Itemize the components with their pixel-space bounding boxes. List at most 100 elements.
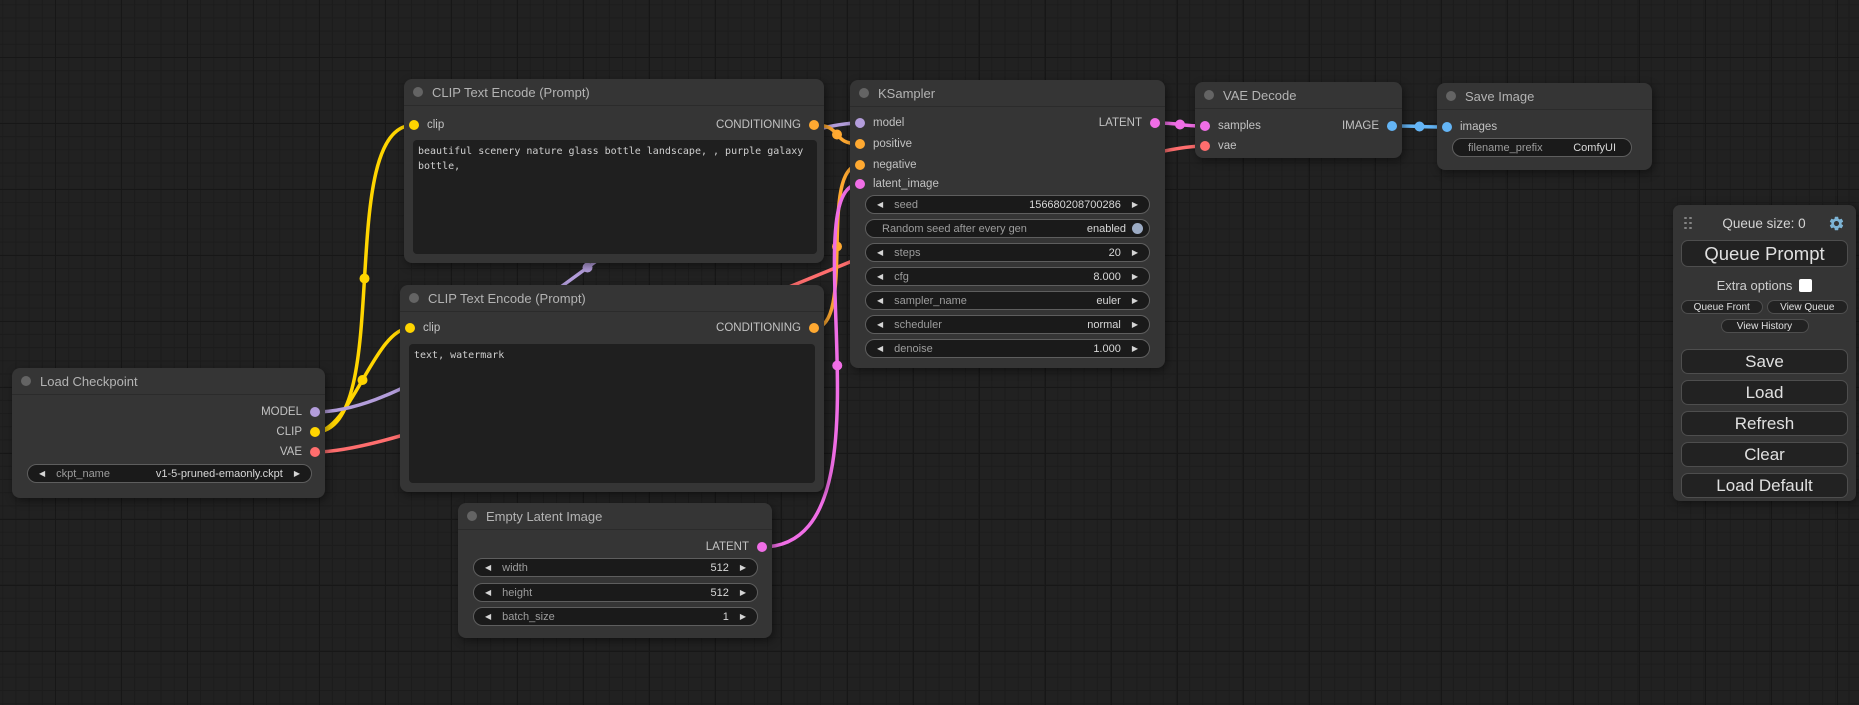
node-vae-decode[interactable]: VAE DecodesamplesvaeIMAGE bbox=[1195, 82, 1402, 158]
widget-width[interactable]: ◀width512▶ bbox=[473, 558, 758, 577]
node-load-checkpoint[interactable]: Load CheckpointMODELCLIPVAE◀ckpt_namev1-… bbox=[12, 368, 325, 498]
node-empty-latent-image[interactable]: Empty Latent ImageLATENT◀width512▶◀heigh… bbox=[458, 503, 772, 638]
widget-denoise[interactable]: ◀denoise1.000▶ bbox=[865, 339, 1150, 358]
output-port-MODEL[interactable] bbox=[310, 407, 320, 417]
right-arrow-icon[interactable]: ▶ bbox=[1121, 321, 1149, 329]
right-arrow-icon[interactable]: ▶ bbox=[1121, 249, 1149, 257]
output-port-LATENT[interactable] bbox=[757, 542, 767, 552]
widget-value: 8.000 bbox=[1093, 271, 1121, 283]
widget-cfg[interactable]: ◀cfg 8.000▶ bbox=[865, 267, 1150, 286]
node-clip-encode-positive[interactable]: CLIP Text Encode (Prompt)clipCONDITIONIN… bbox=[404, 79, 824, 263]
collapse-dot-icon[interactable] bbox=[409, 293, 419, 303]
node-title-bar[interactable]: VAE Decode bbox=[1195, 82, 1402, 109]
node-title-bar[interactable]: Save Image bbox=[1437, 83, 1652, 110]
output-port-VAE[interactable] bbox=[310, 447, 320, 457]
collapse-dot-icon[interactable] bbox=[859, 88, 869, 98]
widget-random-seed-after-every-gen[interactable]: Random seed after every genenabled bbox=[865, 219, 1150, 238]
widget-label: filename_prefix bbox=[1453, 142, 1543, 154]
input-port-samples[interactable] bbox=[1200, 121, 1210, 131]
left-arrow-icon[interactable]: ◀ bbox=[474, 564, 502, 572]
input-port-clip[interactable] bbox=[409, 120, 419, 130]
right-arrow-icon[interactable]: ▶ bbox=[729, 564, 757, 572]
widget-sampler-name[interactable]: ◀sampler_nameeuler▶ bbox=[865, 291, 1150, 310]
collapse-dot-icon[interactable] bbox=[21, 376, 31, 386]
left-arrow-icon[interactable]: ◀ bbox=[28, 470, 56, 478]
left-arrow-icon[interactable]: ◀ bbox=[866, 345, 894, 353]
input-port-clip[interactable] bbox=[405, 323, 415, 333]
save-button[interactable]: Save bbox=[1681, 349, 1848, 374]
widget-height[interactable]: ◀height512▶ bbox=[473, 583, 758, 602]
queue-prompt-button[interactable]: Queue Prompt bbox=[1681, 240, 1848, 267]
node-save-image[interactable]: Save Imageimagesfilename_prefixComfyUI bbox=[1437, 83, 1652, 170]
input-port-label: clip bbox=[423, 322, 440, 334]
left-arrow-icon[interactable]: ◀ bbox=[866, 321, 894, 329]
clear-button[interactable]: Clear bbox=[1681, 442, 1848, 467]
prompt-textarea[interactable] bbox=[413, 140, 817, 254]
output-port-LATENT[interactable] bbox=[1150, 118, 1160, 128]
node-title-bar[interactable]: Empty Latent Image bbox=[458, 503, 772, 530]
node-title: Save Image bbox=[1465, 89, 1534, 104]
output-port-IMAGE[interactable] bbox=[1387, 121, 1397, 131]
right-arrow-icon[interactable]: ▶ bbox=[1121, 201, 1149, 209]
load-button[interactable]: Load bbox=[1681, 380, 1848, 405]
output-port-CONDITIONING[interactable] bbox=[809, 120, 819, 130]
view-history-button[interactable]: View History bbox=[1721, 319, 1809, 333]
node-title: Load Checkpoint bbox=[40, 374, 138, 389]
widget-steps[interactable]: ◀steps20▶ bbox=[865, 243, 1150, 262]
extra-options-label: Extra options bbox=[1717, 278, 1793, 293]
widget-ckpt-name[interactable]: ◀ckpt_namev1-5-pruned-emaonly.ckpt▶ bbox=[27, 464, 312, 483]
queue-front-button[interactable]: Queue Front bbox=[1681, 300, 1763, 314]
collapse-dot-icon[interactable] bbox=[1446, 91, 1456, 101]
input-port-model[interactable] bbox=[855, 118, 865, 128]
input-port-negative[interactable] bbox=[855, 160, 865, 170]
node-title-bar[interactable]: Load Checkpoint bbox=[12, 368, 325, 395]
node-ksampler[interactable]: KSamplermodelpositivenegativelatent_imag… bbox=[850, 80, 1165, 368]
node-title-bar[interactable]: CLIP Text Encode (Prompt) bbox=[404, 79, 824, 106]
load-default-button[interactable]: Load Default bbox=[1681, 473, 1848, 498]
left-arrow-icon[interactable]: ◀ bbox=[474, 613, 502, 621]
widget-value: 512 bbox=[710, 562, 728, 574]
left-arrow-icon[interactable]: ◀ bbox=[474, 589, 502, 597]
collapse-dot-icon[interactable] bbox=[413, 87, 423, 97]
left-arrow-icon[interactable]: ◀ bbox=[866, 273, 894, 281]
node-graph-canvas[interactable]: Load CheckpointMODELCLIPVAE◀ckpt_namev1-… bbox=[0, 0, 1859, 705]
widget-batch-size[interactable]: ◀batch_size1▶ bbox=[473, 607, 758, 626]
widget-seed[interactable]: ◀seed156680208700286▶ bbox=[865, 195, 1150, 214]
widget-scheduler[interactable]: ◀schedulernormal▶ bbox=[865, 315, 1150, 334]
input-port-vae[interactable] bbox=[1200, 141, 1210, 151]
node-title-bar[interactable]: CLIP Text Encode (Prompt) bbox=[400, 285, 824, 312]
input-port-latent_image[interactable] bbox=[855, 179, 865, 189]
view-queue-button[interactable]: View Queue bbox=[1767, 300, 1849, 314]
input-port-label: samples bbox=[1218, 120, 1261, 132]
right-arrow-icon[interactable]: ▶ bbox=[1121, 297, 1149, 305]
right-arrow-icon[interactable]: ▶ bbox=[729, 613, 757, 621]
widget-label: seed bbox=[894, 199, 918, 211]
right-arrow-icon[interactable]: ▶ bbox=[283, 470, 311, 478]
refresh-button[interactable]: Refresh bbox=[1681, 411, 1848, 436]
extra-options-checkbox[interactable] bbox=[1799, 279, 1812, 292]
input-slot-vae: vae bbox=[1200, 137, 1237, 155]
widget-filename-prefix[interactable]: filename_prefixComfyUI bbox=[1452, 138, 1632, 157]
right-arrow-icon[interactable]: ▶ bbox=[1121, 273, 1149, 281]
widget-label: cfg bbox=[894, 271, 909, 283]
drag-handle-icon[interactable] bbox=[1684, 217, 1694, 230]
left-arrow-icon[interactable]: ◀ bbox=[866, 249, 894, 257]
output-port-CLIP[interactable] bbox=[310, 427, 320, 437]
input-port-images[interactable] bbox=[1442, 122, 1452, 132]
node-title-bar[interactable]: KSampler bbox=[850, 80, 1165, 107]
settings-gear-icon[interactable] bbox=[1828, 215, 1845, 232]
output-port-CONDITIONING[interactable] bbox=[809, 323, 819, 333]
node-title: CLIP Text Encode (Prompt) bbox=[428, 291, 586, 306]
input-port-positive[interactable] bbox=[855, 139, 865, 149]
right-arrow-icon[interactable]: ▶ bbox=[729, 589, 757, 597]
node-clip-encode-negative[interactable]: CLIP Text Encode (Prompt)clipCONDITIONIN… bbox=[400, 285, 824, 492]
widget-label: ckpt_name bbox=[56, 468, 110, 480]
collapse-dot-icon[interactable] bbox=[1204, 90, 1214, 100]
collapse-dot-icon[interactable] bbox=[467, 511, 477, 521]
prompt-textarea[interactable] bbox=[409, 344, 815, 483]
toggle-dot-icon[interactable] bbox=[1132, 223, 1143, 234]
right-arrow-icon[interactable]: ▶ bbox=[1121, 345, 1149, 353]
left-arrow-icon[interactable]: ◀ bbox=[866, 201, 894, 209]
left-arrow-icon[interactable]: ◀ bbox=[866, 297, 894, 305]
node-title: VAE Decode bbox=[1223, 88, 1296, 103]
